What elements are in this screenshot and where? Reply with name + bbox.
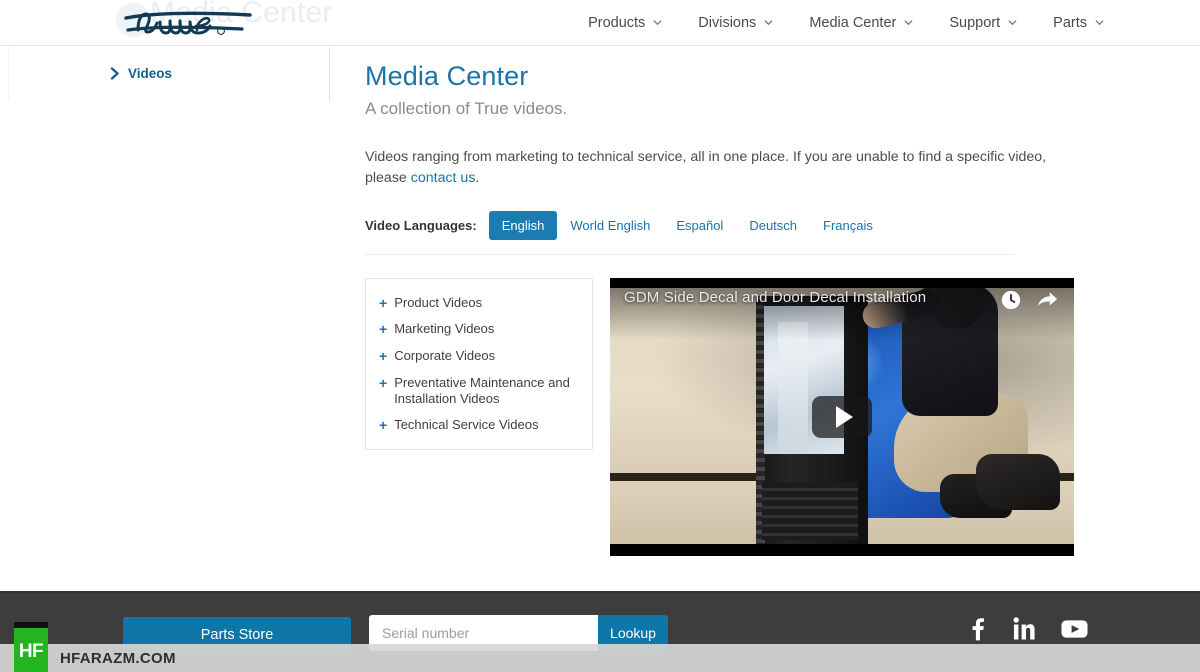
accordion-item-marketing-videos[interactable]: + Marketing Videos (366, 316, 592, 343)
share-arrow-icon[interactable] (1036, 289, 1058, 311)
main-content: Media Center A collection of True videos… (365, 60, 1085, 556)
page-subtitle: A collection of True videos. (365, 99, 568, 119)
chevron-down-icon (904, 18, 913, 27)
intro-text-after: . (475, 169, 480, 186)
plus-icon: + (379, 348, 388, 365)
watermark-text: HFARAZM.COM (60, 650, 176, 667)
main-navigation: Products Divisions Media Center Support (588, 0, 1104, 46)
youtube-icon[interactable] (1061, 619, 1088, 639)
hfarazm-logo: HF (14, 622, 48, 672)
video-title: GDM Side Decal and Door Decal Installati… (624, 288, 927, 306)
chevron-down-icon (653, 18, 662, 27)
video-languages-label: Video Languages: (365, 218, 477, 234)
sidebar-item-label: Videos (128, 66, 173, 81)
chevron-down-icon (1008, 18, 1017, 27)
plus-icon: + (379, 294, 388, 311)
sidebar: Videos (8, 47, 329, 100)
video-actions (1000, 289, 1058, 311)
accordion-item-product-videos[interactable]: + Product Videos (366, 290, 592, 317)
nav-item-parts[interactable]: Parts (1053, 0, 1104, 46)
accordion-item-label: Preventative Maintenance and Installatio… (394, 374, 570, 407)
page-root: Media Center Products Divisions Media Ce… (0, 0, 1200, 672)
language-tab-espanol[interactable]: Español (663, 211, 736, 240)
accordion-item-label: Corporate Videos (394, 348, 496, 364)
section-divider (365, 253, 1015, 255)
true-logo[interactable] (122, 4, 262, 42)
accordion-item-label: Technical Service Videos (394, 417, 539, 433)
contact-us-link[interactable]: contact us (411, 170, 476, 186)
nav-label: Parts (1053, 15, 1087, 31)
page-title: Media Center (365, 61, 529, 91)
accordion-item-corporate-videos[interactable]: + Corporate Videos (366, 343, 592, 370)
hfarazm-badge-text: HF (18, 641, 44, 662)
chevron-down-icon (764, 18, 773, 27)
videos-section: + Product Videos + Marketing Videos + Co… (365, 277, 1085, 556)
accordion-item-label: Marketing Videos (394, 321, 495, 337)
nav-label: Media Center (809, 15, 897, 31)
facebook-icon[interactable] (968, 617, 987, 641)
nav-item-products[interactable]: Products (588, 0, 662, 46)
accordion-item-label: Product Videos (394, 294, 483, 310)
intro-paragraph: Videos ranging from marketing to technic… (365, 147, 1077, 188)
video-category-accordion: + Product Videos + Marketing Videos + Co… (365, 277, 593, 451)
language-tab-world-english[interactable]: World English (557, 211, 663, 240)
sidebar-item-videos[interactable]: Videos (110, 66, 172, 81)
language-tab-english[interactable]: English (488, 211, 558, 241)
accordion-item-preventative-maintenance-videos[interactable]: + Preventative Maintenance and Installat… (366, 370, 592, 413)
watermark-bar (0, 644, 1200, 672)
clock-icon[interactable] (1000, 289, 1022, 311)
site-header: Media Center Products Divisions Media Ce… (0, 0, 1200, 46)
nav-item-divisions[interactable]: Divisions (698, 0, 773, 46)
language-tab-deutsch[interactable]: Deutsch (736, 211, 810, 240)
nav-label: Products (588, 15, 646, 31)
play-icon[interactable] (812, 395, 872, 438)
video-language-selector: Video Languages: English World English E… (365, 211, 1085, 241)
nav-item-media-center[interactable]: Media Center (809, 0, 913, 46)
plus-icon: + (379, 321, 388, 338)
nav-label: Divisions (698, 15, 757, 31)
plus-icon: + (379, 417, 388, 434)
social-links (968, 617, 1088, 641)
accordion-item-technical-service-videos[interactable]: + Technical Service Videos (366, 412, 592, 439)
nav-item-support[interactable]: Support (949, 0, 1017, 46)
nav-label: Support (949, 15, 1001, 31)
plus-icon: + (379, 374, 388, 391)
chevron-down-icon (1095, 18, 1104, 27)
sidebar-divider (329, 47, 330, 101)
language-tab-francais[interactable]: Français (810, 211, 886, 240)
linkedin-icon[interactable] (1013, 617, 1035, 641)
video-player[interactable]: GDM Side Decal and Door Decal Installati… (610, 277, 1074, 556)
chevron-right-icon (110, 67, 120, 80)
